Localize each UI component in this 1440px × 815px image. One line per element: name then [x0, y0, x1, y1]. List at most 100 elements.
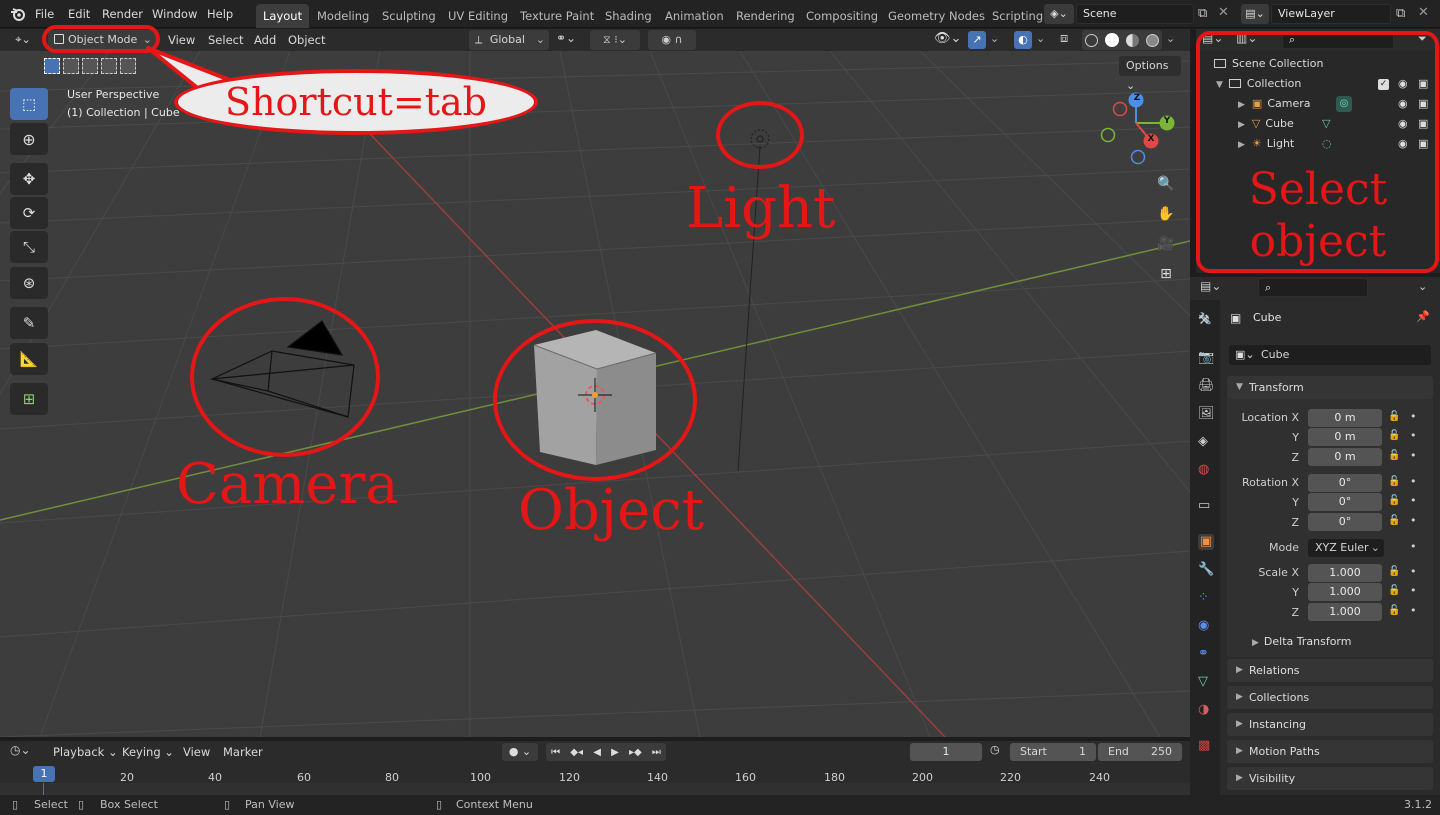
render-tab-icon[interactable]: 📷	[1198, 350, 1214, 366]
tab-animation[interactable]: Animation	[658, 4, 731, 28]
lock-icon[interactable]: 🔓	[1388, 605, 1400, 616]
scale-z-field[interactable]: 1.000	[1308, 603, 1382, 621]
measure-tool[interactable]: 📐	[10, 343, 48, 375]
keyframe-dot-icon[interactable]: •	[1410, 540, 1417, 553]
gizmo-x-label[interactable]: X	[1147, 134, 1155, 144]
view-layer-tab-icon[interactable]: 🖼	[1198, 406, 1215, 422]
play-icon[interactable]: ▶	[611, 747, 619, 758]
gizmo-toggle-icon[interactable]: ↗	[968, 31, 986, 49]
tab-shading[interactable]: Shading	[598, 4, 659, 28]
select-extend-icon[interactable]	[63, 58, 79, 74]
delete-view-layer-icon[interactable]: ✕	[1418, 5, 1429, 20]
menu-marker[interactable]: Marker	[223, 741, 263, 763]
snap-toggle-icon[interactable]: ⧖ ⁝⌄	[590, 30, 640, 50]
scale-y-field[interactable]: 1.000	[1308, 583, 1382, 601]
relations-panel-header[interactable]: ▶ Relations	[1227, 659, 1433, 682]
object-datablock-field[interactable]: ▣⌄ Cube	[1229, 345, 1431, 365]
tab-geometry-nodes[interactable]: Geometry Nodes	[881, 4, 992, 28]
rotation-x-field[interactable]: 0°	[1308, 474, 1382, 492]
physics-tab-icon[interactable]: ◉	[1198, 618, 1214, 634]
overlay-toggle-icon[interactable]: ◐	[1014, 31, 1032, 49]
preview-range-icon[interactable]: ◷	[990, 743, 1000, 756]
select-difference-icon[interactable]	[101, 58, 117, 74]
pan-hand-icon[interactable]: ✋	[1153, 201, 1179, 227]
lock-icon[interactable]: 🔓	[1388, 430, 1400, 441]
options-dropdown[interactable]: Options ⌄	[1119, 56, 1181, 92]
data-tab-icon[interactable]: ▽	[1198, 674, 1214, 690]
next-keyframe-icon[interactable]: ▸◆	[629, 747, 642, 758]
tab-compositing[interactable]: Compositing	[799, 4, 885, 28]
select-intersect-icon[interactable]	[120, 58, 136, 74]
delete-scene-icon[interactable]: ✕	[1218, 5, 1229, 20]
properties-editor-icon[interactable]: ▤⌄	[1200, 279, 1221, 293]
zoom-icon[interactable]: 🔍	[1153, 171, 1179, 197]
particles-tab-icon[interactable]: ⁘	[1198, 590, 1214, 606]
rendered-shading-icon[interactable]	[1145, 33, 1159, 47]
chevron-down-icon[interactable]: ⌄	[1036, 32, 1045, 45]
tab-rendering[interactable]: Rendering	[729, 4, 802, 28]
location-z-field[interactable]: 0 m	[1308, 448, 1382, 466]
3d-viewport[interactable]: Z Y X User Perspective (1) Collection | …	[0, 51, 1190, 737]
location-x-field[interactable]: 0 m	[1308, 409, 1382, 427]
tab-texture-paint[interactable]: Texture Paint	[513, 4, 601, 28]
menu-window[interactable]: Window	[152, 0, 197, 28]
rotate-tool[interactable]: ⟳	[10, 197, 48, 229]
rotation-z-field[interactable]: 0°	[1308, 513, 1382, 531]
current-frame-field[interactable]: 1	[910, 743, 982, 761]
move-tool[interactable]: ✥	[10, 163, 48, 195]
rotation-y-field[interactable]: 0°	[1308, 493, 1382, 511]
timeline-editor-icon[interactable]: ◷⌄	[10, 743, 31, 757]
visibility-eye-icon[interactable]: 👁⌄	[934, 31, 961, 46]
delta-transform-subpanel[interactable]: ▶ Delta Transform	[1252, 635, 1351, 648]
motion-paths-panel-header[interactable]: ▶ Motion Paths	[1227, 740, 1433, 763]
pivot-point-icon[interactable]: ⚭⌄	[556, 31, 576, 45]
material-shading-icon[interactable]	[1125, 33, 1139, 47]
scale-tool[interactable]: ⤡	[10, 231, 48, 263]
world-tab-icon[interactable]: ◍	[1198, 462, 1214, 478]
instancing-panel-header[interactable]: ▶ Instancing	[1227, 713, 1433, 736]
lock-icon[interactable]: 🔓	[1388, 476, 1400, 487]
new-scene-icon[interactable]: ⧉	[1198, 6, 1207, 21]
keyframe-dot-icon[interactable]: •	[1410, 494, 1417, 507]
lock-icon[interactable]: 🔓	[1388, 411, 1400, 422]
visibility-panel-header[interactable]: ▶ Visibility	[1227, 767, 1433, 790]
orientation-dropdown[interactable]: ⟂ Global ⌄	[469, 30, 549, 50]
proportional-editing-icon[interactable]: ◉ ∩	[648, 30, 696, 50]
location-y-field[interactable]: 0 m	[1308, 428, 1382, 446]
menu-object[interactable]: Object	[288, 29, 325, 51]
pin-icon[interactable]: 📌	[1416, 310, 1430, 323]
menu-edit[interactable]: Edit	[68, 0, 90, 28]
tab-scripting[interactable]: Scripting	[985, 4, 1050, 28]
chevron-down-icon[interactable]: ⌄	[1418, 280, 1427, 293]
end-frame-field[interactable]: End 250	[1098, 743, 1182, 761]
jump-end-icon[interactable]: ⏭	[652, 747, 661, 758]
rotation-mode-dropdown[interactable]: XYZ Euler ⌄	[1308, 539, 1384, 557]
keyframe-dot-icon[interactable]: •	[1410, 449, 1417, 462]
menu-help[interactable]: Help	[207, 0, 233, 28]
properties-search-input[interactable]: ⌕	[1258, 278, 1368, 297]
xray-toggle-icon[interactable]: ⧈	[1060, 31, 1068, 46]
solid-shading-icon[interactable]	[1105, 33, 1120, 47]
output-tab-icon[interactable]: 🖨	[1198, 378, 1215, 394]
menu-keying[interactable]: Keying ⌄	[122, 741, 174, 763]
tool-tab-icon[interactable]: ⚒	[1198, 313, 1214, 329]
keyframe-dot-icon[interactable]: •	[1410, 565, 1417, 578]
scene-name-field[interactable]: Scene	[1076, 4, 1194, 24]
keyframe-dot-icon[interactable]: •	[1410, 429, 1417, 442]
keyframe-dot-icon[interactable]: •	[1410, 410, 1417, 423]
cursor-tool[interactable]: ⊕	[10, 123, 48, 155]
lock-icon[interactable]: 🔓	[1388, 585, 1400, 596]
annotate-tool[interactable]: ✎	[10, 307, 48, 339]
transform-tool[interactable]: ⊛	[10, 267, 48, 299]
menu-render[interactable]: Render	[102, 0, 143, 28]
scene-selector-icon[interactable]: ◈⌄	[1044, 4, 1074, 24]
collections-panel-header[interactable]: ▶ Collections	[1227, 686, 1433, 709]
tab-sculpting[interactable]: Sculpting	[375, 4, 443, 28]
prev-keyframe-icon[interactable]: ◆◂	[570, 747, 583, 758]
view-layer-selector-icon[interactable]: ▤⌄	[1241, 4, 1269, 24]
lock-icon[interactable]: 🔓	[1388, 566, 1400, 577]
select-new-icon[interactable]	[44, 58, 60, 74]
tab-layout[interactable]: Layout	[256, 4, 310, 28]
blender-logo-icon[interactable]	[10, 6, 26, 22]
play-reverse-icon[interactable]: ◀	[593, 747, 601, 758]
